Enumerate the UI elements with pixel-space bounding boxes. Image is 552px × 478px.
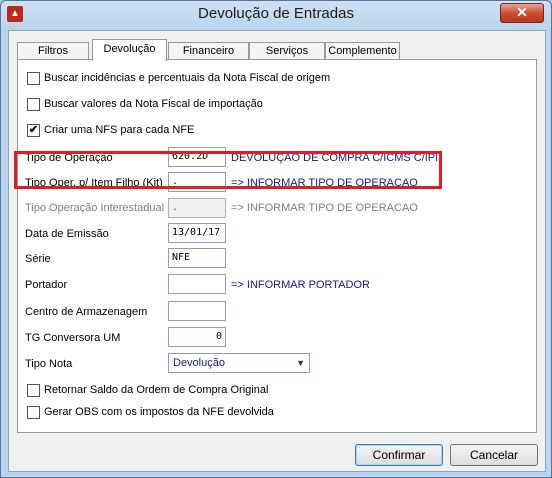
centro-armazenagem-field[interactable] [168, 301, 226, 321]
portador-field[interactable] [168, 274, 226, 294]
tipo-operacao-label: Tipo de Operação [25, 152, 113, 164]
data-emissao-field[interactable]: 13/01/17 [168, 223, 226, 243]
tipo-interestadual-label: Tipo Operação Interestadual [25, 202, 165, 214]
cancel-button[interactable]: Cancelar [450, 444, 538, 466]
tipo-nota-label: Tipo Nota [25, 358, 73, 370]
tipo-nota-select[interactable]: Devolução ▼ [168, 353, 310, 373]
tipo-oper-filho-note: => INFORMAR TIPO DE OPERACAO [231, 177, 418, 189]
tipo-interestadual-note: => INFORMAR TIPO DE OPERACAO [231, 202, 418, 214]
chevron-down-icon[interactable]: ▼ [296, 354, 305, 372]
dialog-body: Filtros Devolução Financeiro Serviços Co… [8, 30, 546, 472]
tg-conversora-label: TG Conversora UM [25, 332, 121, 344]
title-bar[interactable]: ▲ Devolução de Entradas ✕ [1, 1, 551, 27]
tab-financeiro[interactable]: Financeiro [168, 42, 249, 60]
tab-filtros[interactable]: Filtros [17, 42, 89, 60]
close-button[interactable]: ✕ [500, 3, 544, 23]
serie-field[interactable]: NFE [168, 248, 226, 268]
portador-label: Portador [25, 279, 68, 291]
tab-devolucao[interactable]: Devolução [92, 39, 167, 61]
checkbox-label: Buscar valores da Nota Fiscal de importa… [44, 98, 263, 110]
tipo-nota-value: Devolução [173, 357, 225, 369]
dialog-window: ▲ Devolução de Entradas ✕ Filtros Devolu… [0, 0, 552, 478]
check-mark-icon[interactable]: ✔ [27, 124, 40, 137]
checkbox-box[interactable] [27, 98, 40, 111]
tipo-operacao-description: DEVOLUÇÃO DE COMPRA C/ICMS C/IPI [231, 152, 439, 164]
tab-servicos[interactable]: Serviços [249, 42, 325, 60]
checkbox-label: Buscar incidências e percentuais da Nota… [44, 72, 331, 84]
tipo-interestadual-field: . [168, 198, 226, 218]
tg-conversora-field[interactable]: 0 [168, 327, 226, 347]
data-emissao-label: Data de Emissão [25, 228, 109, 240]
tipo-operacao-field[interactable]: 620.2D [168, 147, 226, 167]
confirm-button[interactable]: Confirmar [355, 444, 443, 466]
centro-armazenagem-label: Centro de Armazenagem [25, 306, 148, 318]
checkbox-box[interactable] [27, 72, 40, 85]
checkbox-box[interactable] [27, 384, 40, 397]
serie-label: Série [25, 253, 51, 265]
devolucao-panel: Buscar incidências e percentuais da Nota… [14, 59, 537, 433]
tipo-oper-filho-field[interactable]: . [168, 172, 226, 192]
tipo-oper-filho-label: Tipo Oper. p/ Item Filho (Kit) [25, 177, 163, 189]
portador-note: => INFORMAR PORTADOR [231, 279, 370, 291]
tab-complemento[interactable]: Complemento [325, 42, 400, 60]
checkbox-label: Retornar Saldo da Ordem de Compra Origin… [44, 384, 269, 396]
window-title: Devolução de Entradas [198, 5, 354, 22]
checkbox-box[interactable] [27, 406, 40, 419]
checkbox-label: Criar uma NFS para cada NFE [44, 124, 195, 136]
checkbox-label: Gerar OBS com os impostos da NFE devolvi… [44, 406, 274, 418]
